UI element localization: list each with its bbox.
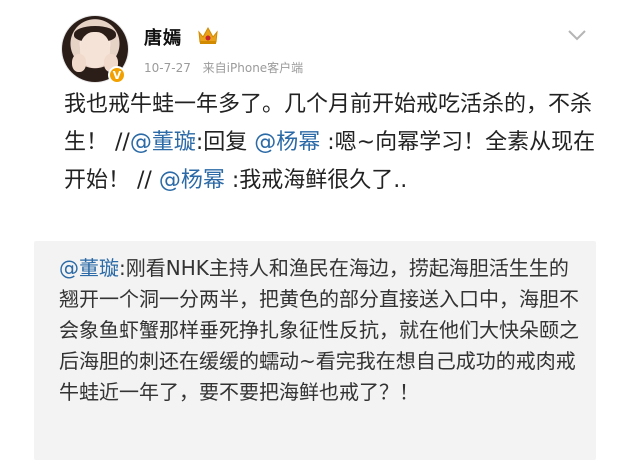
post-date: 10-7-27 bbox=[144, 61, 191, 75]
mention-link[interactable]: @杨幂 bbox=[159, 168, 225, 193]
post-meta: 10-7-27 来自iPhone客户端 bbox=[144, 59, 303, 76]
content-text: :回复 bbox=[195, 130, 255, 155]
repost-text: :刚看NHK主持人和渔民在海边，捞起海胆活生生的翘开一个洞一分两半，把黄色的部分… bbox=[59, 256, 579, 404]
crown-icon bbox=[198, 26, 218, 44]
repost-box[interactable]: @董璇:刚看NHK主持人和渔民在海边，捞起海胆活生生的翘开一个洞一分两半，把黄色… bbox=[34, 241, 596, 460]
post-source[interactable]: 来自iPhone客户端 bbox=[203, 61, 304, 75]
mention-link[interactable]: @杨幂 bbox=[254, 130, 320, 155]
mention-link[interactable]: @董璇 bbox=[130, 130, 196, 155]
post-content: 我也戒牛蛙一年多了。几个月前开始戒吃活杀的，不杀生！ //@董璇:回复 @杨幂 … bbox=[64, 86, 604, 200]
repost-content: @董璇:刚看NHK主持人和渔民在海边，捞起海胆活生生的翘开一个洞一分两半，把黄色… bbox=[59, 253, 587, 408]
chevron-down-icon[interactable] bbox=[566, 26, 588, 44]
repost-mention-link[interactable]: @董璇 bbox=[59, 256, 119, 280]
avatar-hand-left bbox=[72, 54, 86, 72]
author-name[interactable]: 唐嫣 bbox=[144, 24, 182, 50]
weibo-post: V 唐嫣 10-7-27 来自iPhone客户端 我也戒牛蛙一年多了。几个月前开… bbox=[0, 0, 633, 471]
content-text: :我戒海鲜很久了.. bbox=[224, 168, 408, 193]
verified-badge-icon: V bbox=[108, 66, 126, 84]
